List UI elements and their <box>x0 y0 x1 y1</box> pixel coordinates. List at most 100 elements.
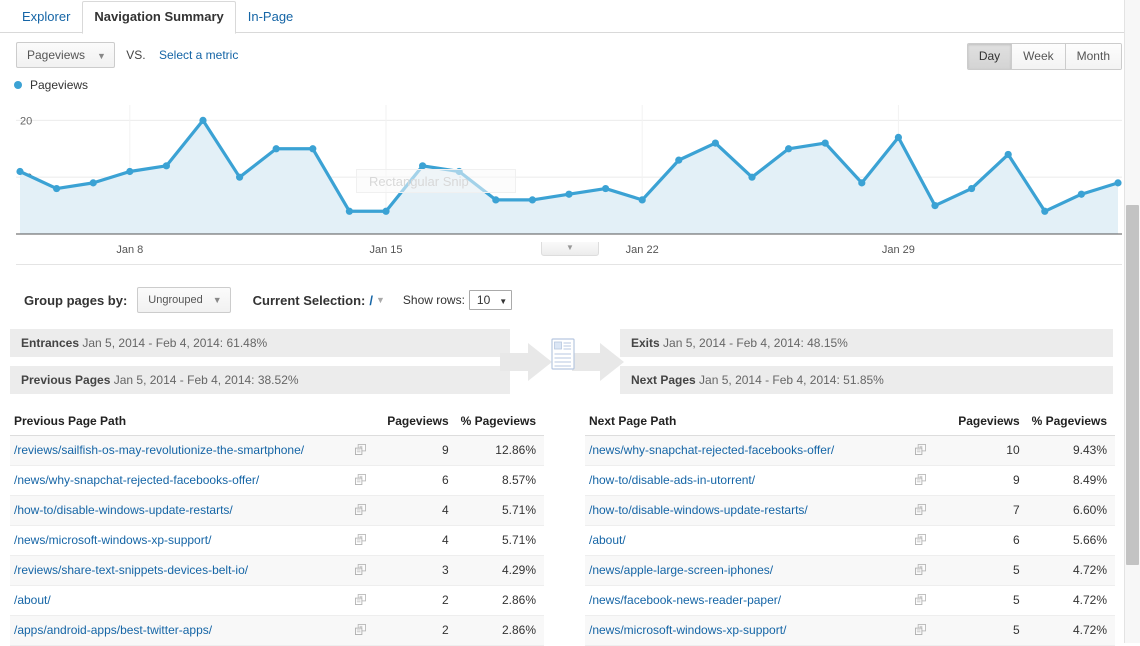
show-rows-dropdown[interactable]: 10 ▼ <box>468 290 513 310</box>
table-header-row: Previous Page Path Pageviews % Pageviews <box>10 414 544 436</box>
granularity-month-button[interactable]: Month <box>1064 44 1121 69</box>
page-path-cell: /about/ <box>10 585 344 616</box>
table-row[interactable]: /news/microsoft-windows-xp-support/5 4.72… <box>585 615 1115 646</box>
page-path-link[interactable]: /news/microsoft-windows-xp-support/ <box>589 623 786 637</box>
external-link-icon <box>354 594 366 605</box>
pct-pageviews-cell: 6.60% <box>1027 495 1115 526</box>
table-row[interactable]: /reviews/sailfish-os-may-revolutionize-t… <box>10 435 544 466</box>
page-path-link[interactable]: /about/ <box>14 593 51 607</box>
page-path-link[interactable]: /how-to/disable-ads-in-utorrent/ <box>589 473 755 487</box>
external-link-icon <box>354 444 366 455</box>
open-page-cell[interactable] <box>903 585 934 616</box>
open-page-cell[interactable] <box>903 495 934 526</box>
tab-in-page[interactable]: In-Page <box>236 1 306 33</box>
page-path-link[interactable]: /news/apple-large-screen-iphones/ <box>589 563 773 577</box>
table-row[interactable]: /apps/android-apps/best-twitter-apps/2 2.… <box>10 615 544 646</box>
col-pageviews[interactable]: Pageviews <box>373 414 457 436</box>
granularity-week-button[interactable]: Week <box>1011 44 1065 69</box>
table-row[interactable]: /news/facebook-news-reader-paper/5 4.72% <box>585 585 1115 616</box>
external-link-icon <box>354 534 366 545</box>
granularity-day-button[interactable]: Day <box>967 44 1012 69</box>
next-pages-label: Next Pages <box>631 373 696 387</box>
exits-value: Jan 5, 2014 - Feb 4, 2014: 48.15% <box>663 336 848 350</box>
x-axis-tick-label: Jan 15 <box>369 244 403 256</box>
chevron-down-icon: ▼ <box>97 50 106 61</box>
page-path-link[interactable]: /news/why-snapchat-rejected-facebooks-of… <box>589 443 834 457</box>
table-header-row: Next Page Path Pageviews % Pageviews <box>585 414 1115 436</box>
page-path-cell: /news/microsoft-windows-xp-support/ <box>10 525 344 556</box>
open-page-cell[interactable] <box>343 465 374 496</box>
tab-navigation-summary[interactable]: Navigation Summary <box>82 1 236 34</box>
x-axis-tick-label: Jan 8 <box>116 244 144 256</box>
col-pageviews[interactable]: Pageviews <box>933 414 1028 436</box>
open-page-cell[interactable] <box>343 555 374 586</box>
select-a-metric-link[interactable]: Select a metric <box>159 48 238 62</box>
open-page-cell[interactable] <box>343 495 374 526</box>
table-row[interactable]: /how-to/disable-windows-update-restarts/… <box>585 495 1115 526</box>
external-link-icon <box>915 594 927 605</box>
pageviews-cell: 7 <box>933 495 1028 526</box>
open-page-cell[interactable] <box>903 435 934 466</box>
open-page-cell[interactable] <box>343 585 374 616</box>
page-path-link[interactable]: /how-to/disable-windows-update-restarts/ <box>14 503 233 517</box>
page-path-link[interactable]: /apps/android-apps/best-twitter-apps/ <box>14 623 212 637</box>
col-pct-pageviews[interactable]: % Pageviews <box>456 414 544 436</box>
chevron-down-icon[interactable]: ▼ <box>376 295 385 305</box>
col-next-page-path[interactable]: Next Page Path <box>585 414 934 436</box>
time-granularity-group: Day Week Month <box>966 43 1122 70</box>
exits-label: Exits <box>631 336 660 350</box>
chart-legend: Pageviews <box>0 72 1140 92</box>
page-path-link[interactable]: /news/why-snapchat-rejected-facebooks-of… <box>14 473 259 487</box>
table-row[interactable]: /news/why-snapchat-rejected-facebooks-of… <box>585 435 1115 466</box>
table-row[interactable]: /how-to/disable-windows-update-restarts/… <box>10 495 544 526</box>
page-path-link[interactable]: /news/facebook-news-reader-paper/ <box>589 593 781 607</box>
pageviews-cell: 10 <box>933 435 1028 466</box>
page-path-link[interactable]: /how-to/disable-windows-update-restarts/ <box>589 503 808 517</box>
page-path-cell: /news/why-snapchat-rejected-facebooks-of… <box>585 435 904 466</box>
external-link-icon <box>915 624 927 635</box>
table-row[interactable]: /news/why-snapchat-rejected-facebooks-of… <box>10 465 544 496</box>
open-page-cell[interactable] <box>343 435 374 466</box>
table-row[interactable]: /how-to/disable-ads-in-utorrent/9 8.49% <box>585 465 1115 496</box>
pct-pageviews-cell: 2.86% <box>456 585 544 616</box>
open-page-cell[interactable] <box>903 465 934 496</box>
pageviews-cell: 4 <box>373 525 457 556</box>
pct-pageviews-cell: 4.72% <box>1027 555 1115 586</box>
open-page-cell[interactable] <box>903 525 934 556</box>
scrollbar-thumb[interactable] <box>1126 205 1139 565</box>
legend-label-pageviews[interactable]: Pageviews <box>30 78 88 92</box>
x-axis-tick-label: Jan 22 <box>625 244 659 256</box>
open-page-cell[interactable] <box>903 555 934 586</box>
table-row[interactable]: /news/microsoft-windows-xp-support/4 5.71… <box>10 525 544 556</box>
open-page-cell[interactable] <box>903 615 934 646</box>
pageviews-chart[interactable]: 1020 Rectangular Snip <box>16 97 1122 242</box>
page-path-link[interactable]: /reviews/sailfish-os-may-revolutionize-t… <box>14 443 304 457</box>
summary-left-column: Entrances Jan 5, 2014 - Feb 4, 2014: 61.… <box>10 329 510 403</box>
metric-dropdown[interactable]: Pageviews ▼ <box>16 42 115 68</box>
page-scrollbar[interactable] <box>1124 0 1140 643</box>
col-previous-page-path[interactable]: Previous Page Path <box>10 414 374 436</box>
table-row[interactable]: /reviews/share-text-snippets-devices-bel… <box>10 555 544 586</box>
table-row[interactable]: /news/apple-large-screen-iphones/5 4.72% <box>585 555 1115 586</box>
tab-explorer[interactable]: Explorer <box>10 1 82 33</box>
open-page-cell[interactable] <box>343 525 374 556</box>
col-pct-pageviews[interactable]: % Pageviews <box>1027 414 1115 436</box>
table-row[interactable]: /about/2 2.86% <box>10 585 544 616</box>
table-row[interactable]: /about/6 5.66% <box>585 525 1115 556</box>
current-selection-value[interactable]: / <box>369 293 373 308</box>
chevron-down-icon: ▼ <box>212 295 222 305</box>
external-link-icon <box>915 534 927 545</box>
pct-pageviews-cell: 12.86% <box>456 435 544 466</box>
open-page-cell[interactable] <box>343 615 374 646</box>
pageviews-cell: 5 <box>933 615 1028 646</box>
page-path-cell: /news/microsoft-windows-xp-support/ <box>585 615 904 646</box>
legend-color-dot-icon <box>14 80 22 89</box>
page-path-link[interactable]: /news/microsoft-windows-xp-support/ <box>14 533 211 547</box>
group-pages-by-dropdown[interactable]: Ungrouped ▼ <box>137 287 231 313</box>
page-path-link[interactable]: /reviews/share-text-snippets-devices-bel… <box>14 563 248 577</box>
page-path-link[interactable]: /about/ <box>589 533 626 547</box>
table-controls-row: Group pages by: Ungrouped ▼ Current Selec… <box>24 285 1140 315</box>
pageviews-cell: 5 <box>933 585 1028 616</box>
external-link-icon <box>915 504 927 515</box>
chart-collapse-handle[interactable]: ▼ <box>541 242 599 256</box>
